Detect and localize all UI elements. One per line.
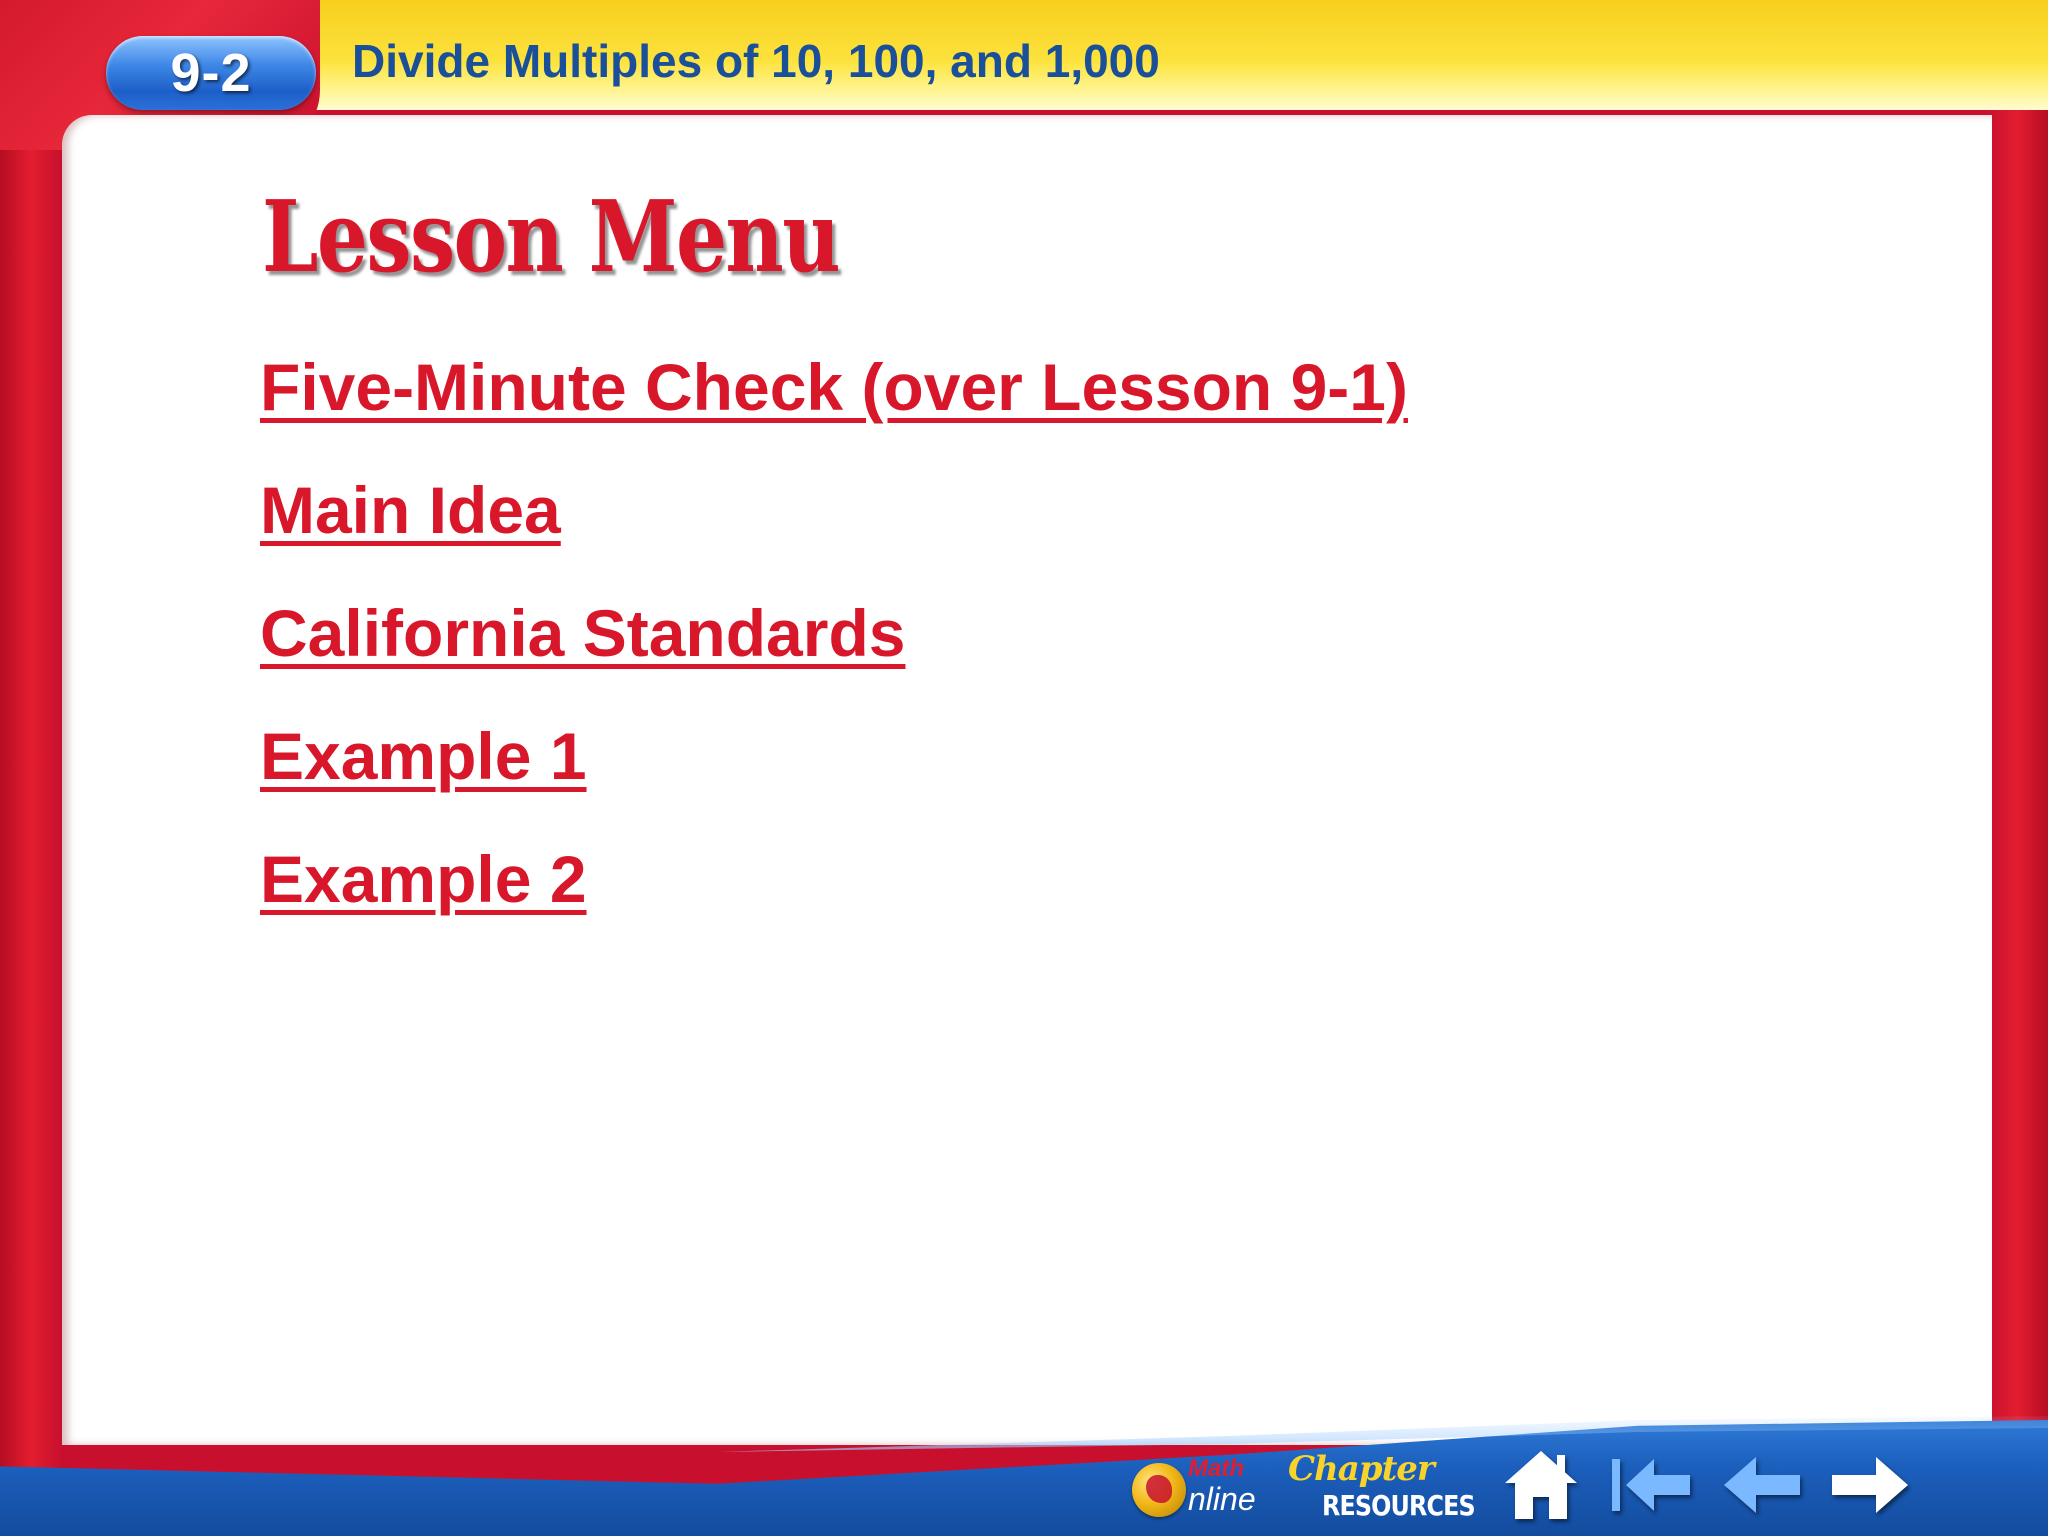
globe-icon — [1132, 1463, 1186, 1517]
lesson-number-badge: 9-2 — [106, 36, 316, 110]
first-slide-button[interactable] — [1608, 1442, 1694, 1528]
menu-link-example-1[interactable]: Example 1 — [260, 721, 1408, 844]
home-button[interactable] — [1498, 1442, 1584, 1528]
first-slide-icon — [1612, 1459, 1690, 1511]
lesson-number: 9-2 — [170, 43, 252, 103]
previous-button[interactable] — [1718, 1442, 1804, 1528]
lesson-menu-list: Five-Minute Check (over Lesson 9-1) Main… — [260, 352, 1408, 967]
menu-link-california-standards[interactable]: California Standards — [260, 598, 1408, 721]
navigation-toolbar: Math nline Chapter RESOURCES — [1130, 1440, 1914, 1530]
next-arrow-icon — [1832, 1457, 1908, 1513]
math-online-label-bottom: nline — [1188, 1481, 1256, 1517]
menu-link-example-2[interactable]: Example 2 — [260, 844, 1408, 967]
math-online-button[interactable]: Math nline — [1130, 1445, 1260, 1525]
previous-arrow-icon — [1724, 1457, 1800, 1513]
menu-link-main-idea[interactable]: Main Idea — [260, 475, 1408, 598]
page-title: Lesson Menu — [262, 180, 841, 295]
chapter-resources-label-top: Chapter — [1288, 1449, 1435, 1489]
next-button[interactable] — [1828, 1442, 1914, 1528]
lesson-title: Divide Multiples of 10, 100, and 1,000 — [352, 35, 1160, 87]
math-online-label-top: Math — [1188, 1455, 1244, 1482]
chapter-resources-label-bottom: RESOURCES — [1322, 1489, 1476, 1522]
chapter-resources-button[interactable]: Chapter RESOURCES — [1284, 1445, 1476, 1525]
home-icon — [1505, 1451, 1577, 1519]
menu-link-five-minute-check[interactable]: Five-Minute Check (over Lesson 9-1) — [260, 352, 1408, 475]
